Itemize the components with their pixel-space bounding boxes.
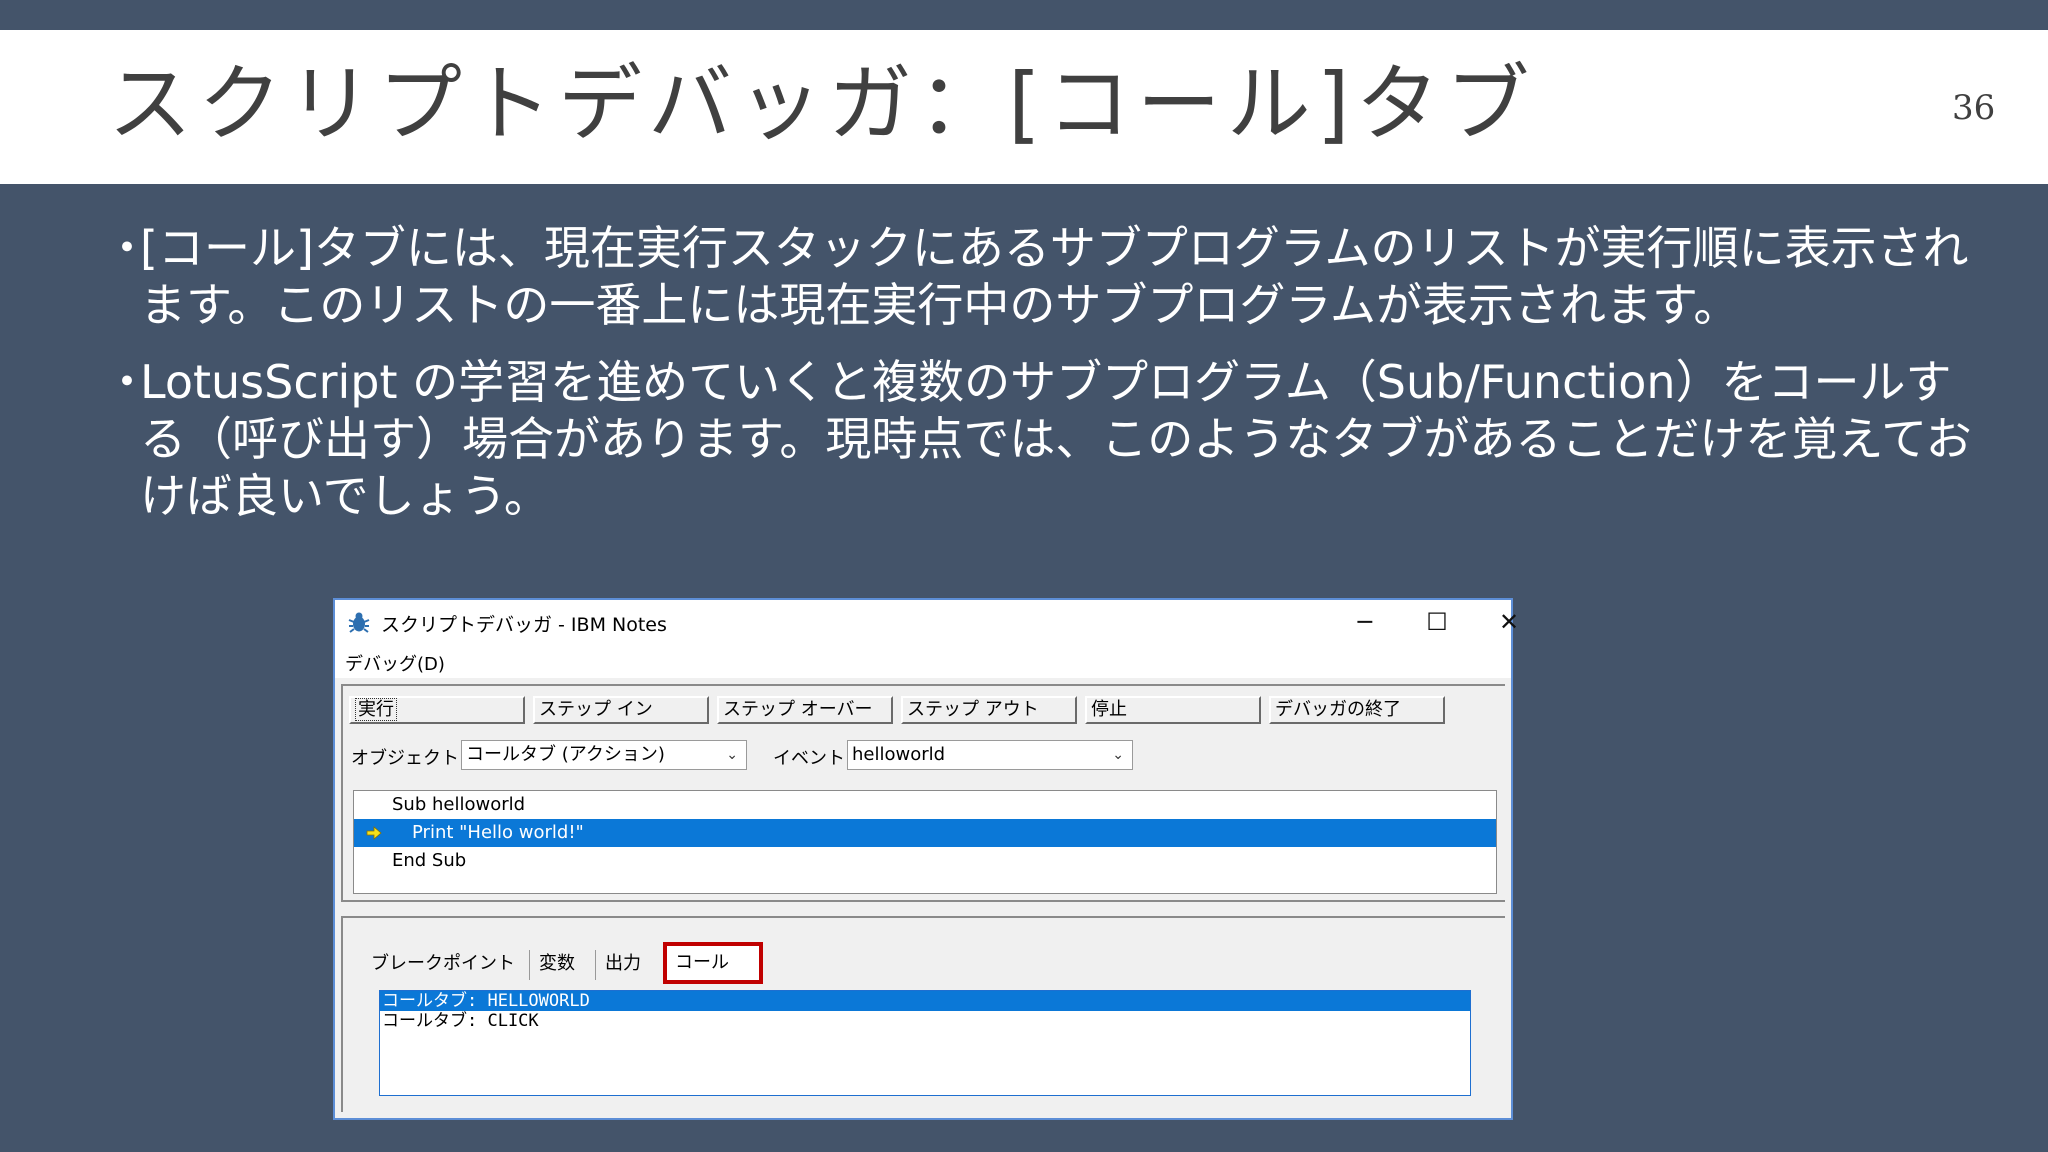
maximize-button[interactable]: ☐ xyxy=(1407,604,1467,640)
window-title: スクリプトデバッガ - IBM Notes xyxy=(381,614,667,636)
code-line-current[interactable]: Print "Hello world!" xyxy=(354,819,1496,847)
bullet-item: ・ [コール]タブには、現在実行スタックにあるサブプログラムのリストが実行順に表… xyxy=(102,220,1982,334)
tab-call-label: コール xyxy=(675,952,729,973)
call-stack-item[interactable]: コールタブ: CLICK xyxy=(380,1011,1470,1031)
bug-icon xyxy=(348,612,370,633)
step-in-button[interactable]: ステップ イン xyxy=(533,696,709,724)
stop-button[interactable]: 停止 xyxy=(1085,696,1261,724)
debugger-window: スクリプトデバッガ - IBM Notes ─ ☐ ✕ デバッグ(D) 実行 ス… xyxy=(333,598,1519,1120)
code-line[interactable]: End Sub xyxy=(354,847,1496,875)
exit-debugger-button[interactable]: デバッガの終了 xyxy=(1269,696,1445,724)
debugger-panel: 実行 ステップ イン ステップ オーバー ステップ アウト 停止 デバッガの終了… xyxy=(341,684,1505,902)
menu-bar: デバッグ(D) xyxy=(335,644,1511,678)
event-select[interactable]: helloworld ⌄ xyxy=(847,740,1133,770)
code-view[interactable]: Sub helloworld Print "Hello world!" End … xyxy=(353,790,1497,894)
call-stack-item[interactable]: コールタブ: HELLOWORLD xyxy=(380,991,1470,1011)
tab-breakpoints[interactable]: ブレークポイント xyxy=(371,946,515,982)
tab-call[interactable]: コール xyxy=(663,942,763,984)
step-out-button[interactable]: ステップ アウト xyxy=(901,696,1077,724)
menu-debug[interactable]: デバッグ(D) xyxy=(345,650,445,676)
close-button[interactable]: ✕ xyxy=(1479,604,1539,640)
bullet-mark: ・ xyxy=(104,355,150,409)
bullet-text: [コール]タブには、現在実行スタックにあるサブプログラムのリストが実行順に表示さ… xyxy=(140,221,1969,332)
execution-arrow-icon xyxy=(366,826,382,840)
minimize-button[interactable]: ─ xyxy=(1335,604,1395,640)
slide-top-strip xyxy=(0,0,2048,30)
code-line[interactable]: Sub helloworld xyxy=(354,791,1496,819)
tab-separator xyxy=(595,950,596,980)
bullet-list: ・ [コール]タブには、現在実行スタックにあるサブプログラムのリストが実行順に表… xyxy=(102,220,1982,545)
bottom-panel: ブレークポイント 変数 出力 コール コールタブ: HELLOWORLD コール… xyxy=(341,916,1505,1112)
run-button-label: 実行 xyxy=(355,698,397,721)
code-line-text: End Sub xyxy=(392,850,467,871)
event-label: イベント: xyxy=(773,748,852,769)
call-stack-list[interactable]: コールタブ: HELLOWORLD コールタブ: CLICK xyxy=(379,990,1471,1096)
object-label: オブジェクト: xyxy=(351,748,466,769)
slide-title: スクリプトデバッガ：[コール]タブ xyxy=(108,55,1536,153)
bullet-text: LotusScript の学習を進めていくと複数のサブプログラム（Sub/Fun… xyxy=(140,355,1972,523)
chevron-down-icon: ⌄ xyxy=(726,747,738,763)
code-line-text: Print "Hello world!" xyxy=(412,822,584,843)
object-select[interactable]: コールタブ (アクション) ⌄ xyxy=(461,740,747,770)
event-value: helloworld xyxy=(852,744,946,765)
object-value: コールタブ (アクション) xyxy=(466,744,665,765)
tab-separator xyxy=(529,950,530,980)
window-title-bar[interactable]: スクリプトデバッガ - IBM Notes ─ ☐ ✕ xyxy=(335,600,1519,644)
chevron-down-icon: ⌄ xyxy=(1112,747,1124,763)
run-button[interactable]: 実行 xyxy=(349,696,525,724)
step-over-button[interactable]: ステップ オーバー xyxy=(717,696,893,724)
tab-output[interactable]: 出力 xyxy=(605,946,641,982)
tab-variables[interactable]: 変数 xyxy=(539,946,575,982)
bullet-item: ・ LotusScript の学習を進めていくと複数のサブプログラム（Sub/F… xyxy=(102,354,1982,525)
code-line-text: Sub helloworld xyxy=(392,794,526,815)
slide-number: 36 xyxy=(1952,88,1996,128)
bullet-mark: ・ xyxy=(104,221,150,275)
